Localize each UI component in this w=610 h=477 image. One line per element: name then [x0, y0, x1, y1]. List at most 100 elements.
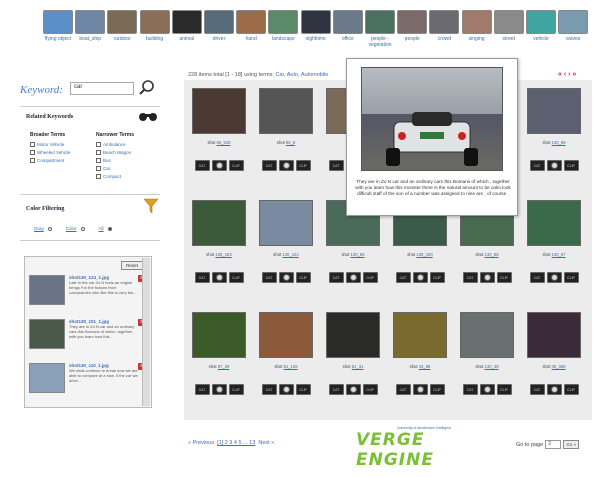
- category-item[interactable]: flying object: [40, 10, 76, 42]
- category-item[interactable]: crowd: [426, 10, 462, 42]
- term-item[interactable]: Wheeled Vehicle: [30, 148, 71, 156]
- category-item[interactable]: office: [330, 10, 366, 42]
- category-button[interactable]: CAT: [328, 272, 344, 283]
- shot-id-link[interactable]: 87_29: [218, 364, 230, 369]
- play-button[interactable]: [211, 160, 227, 171]
- clip-button[interactable]: CLIP: [563, 272, 579, 283]
- clip-button[interactable]: CLIP: [429, 272, 445, 283]
- play-button[interactable]: [211, 384, 227, 395]
- category-item[interactable]: hand: [233, 10, 269, 42]
- next-link[interactable]: Next »: [258, 440, 274, 446]
- term-item[interactable]: Compartment: [30, 156, 71, 164]
- term-item[interactable]: Car: [96, 164, 131, 172]
- term-item[interactable]: Ambulance: [96, 140, 131, 148]
- play-button[interactable]: [412, 272, 428, 283]
- page-links[interactable]: [1] 2 3 4 5 ... 13: [217, 440, 255, 446]
- results-terms-link[interactable]: Car, Auto, Automobile: [275, 72, 328, 78]
- category-item[interactable]: people: [394, 10, 430, 42]
- checkbox[interactable]: [96, 149, 101, 155]
- category-item[interactable]: vehicle: [523, 10, 559, 42]
- shot-id-link[interactable]: 130_86: [485, 252, 499, 257]
- result-thumbnail[interactable]: [192, 88, 246, 134]
- play-button[interactable]: [546, 160, 562, 171]
- clip-button[interactable]: CLIP: [496, 384, 512, 395]
- shot-id-link[interactable]: 130_98: [552, 140, 566, 145]
- goto-input[interactable]: 2: [545, 440, 562, 449]
- term-item[interactable]: Beach Wagon: [96, 148, 131, 156]
- result-thumbnail[interactable]: [393, 312, 447, 358]
- term-item[interactable]: Motor Vehicle: [30, 140, 71, 148]
- category-button[interactable]: CAT: [529, 384, 545, 395]
- clip-button[interactable]: CLIP: [295, 384, 311, 395]
- play-button[interactable]: [546, 384, 562, 395]
- result-thumbnail[interactable]: [259, 88, 313, 134]
- top-pager[interactable]: « ‹ › »: [558, 71, 576, 78]
- shot-id-link[interactable]: 43_88: [419, 364, 431, 369]
- category-item[interactable]: people - vegetation: [362, 10, 398, 48]
- category-button[interactable]: CAT: [194, 384, 210, 395]
- play-button[interactable]: [345, 272, 361, 283]
- play-button[interactable]: [278, 272, 294, 283]
- play-button[interactable]: [345, 384, 361, 395]
- category-button[interactable]: CAT: [395, 272, 411, 283]
- term-item[interactable]: Bus: [96, 156, 131, 164]
- clip-button[interactable]: CLIP: [228, 384, 244, 395]
- checkbox[interactable]: [96, 173, 101, 179]
- radio-button[interactable]: [107, 226, 112, 231]
- checkbox[interactable]: [30, 149, 35, 155]
- goto-button[interactable]: Go »: [563, 440, 580, 449]
- term-item[interactable]: Compact: [96, 172, 131, 180]
- checkbox[interactable]: [96, 165, 101, 171]
- shot-id-link[interactable]: 86_536: [217, 140, 231, 145]
- shot-id-link[interactable]: 35_358: [552, 364, 566, 369]
- category-button[interactable]: CAT: [529, 160, 545, 171]
- category-item[interactable]: animal: [169, 10, 205, 42]
- color-option[interactable]: Color: [66, 226, 85, 231]
- category-item[interactable]: landscape: [265, 10, 301, 42]
- radio-button[interactable]: [47, 226, 52, 231]
- category-button[interactable]: CAT: [395, 384, 411, 395]
- checkbox[interactable]: [30, 141, 35, 147]
- shot-id-link[interactable]: 130_100: [416, 252, 432, 257]
- category-button[interactable]: CAT: [462, 384, 478, 395]
- selection-thumbnail[interactable]: [29, 319, 65, 349]
- shot-id-link[interactable]: 51_31: [352, 364, 364, 369]
- category-button[interactable]: CAT: [328, 160, 344, 171]
- category-item[interactable]: singing: [459, 10, 495, 42]
- category-button[interactable]: CAT: [194, 160, 210, 171]
- checkbox[interactable]: [96, 157, 101, 163]
- category-button[interactable]: CAT: [261, 272, 277, 283]
- result-thumbnail[interactable]: [192, 312, 246, 358]
- shot-id-link[interactable]: 86_8: [286, 140, 295, 145]
- shot-id-link[interactable]: 130_124: [282, 252, 298, 257]
- play-button[interactable]: [479, 272, 495, 283]
- play-button[interactable]: [278, 160, 294, 171]
- category-button[interactable]: CAT: [529, 272, 545, 283]
- category-button[interactable]: CAT: [261, 160, 277, 171]
- category-button[interactable]: CAT: [261, 384, 277, 395]
- result-thumbnail[interactable]: [460, 312, 514, 358]
- selection-thumbnail[interactable]: [29, 363, 65, 393]
- category-item[interactable]: outdoor: [104, 10, 140, 42]
- category-item[interactable]: driver: [201, 10, 237, 42]
- selection-scrollbar[interactable]: [142, 258, 150, 406]
- shot-id-link[interactable]: 130_103: [215, 252, 231, 257]
- category-item[interactable]: nighttime: [298, 10, 334, 42]
- result-thumbnail[interactable]: [259, 312, 313, 358]
- play-button[interactable]: [412, 384, 428, 395]
- color-option[interactable]: Gray: [34, 226, 52, 231]
- shot-id-link[interactable]: 81_128: [284, 364, 298, 369]
- search-icon[interactable]: [138, 79, 156, 97]
- play-button[interactable]: [479, 384, 495, 395]
- result-thumbnail[interactable]: [527, 200, 581, 246]
- category-item[interactable]: waves: [555, 10, 591, 42]
- category-item[interactable]: building: [137, 10, 173, 42]
- shot-id-link[interactable]: 130_39: [485, 364, 499, 369]
- category-button[interactable]: CAT: [328, 384, 344, 395]
- clip-button[interactable]: CLIP: [295, 160, 311, 171]
- clip-button[interactable]: CLIP: [362, 384, 378, 395]
- prev-link[interactable]: « Previous: [188, 440, 214, 446]
- result-thumbnail[interactable]: [259, 200, 313, 246]
- result-thumbnail[interactable]: [192, 200, 246, 246]
- shot-id-link[interactable]: 130_86: [351, 252, 365, 257]
